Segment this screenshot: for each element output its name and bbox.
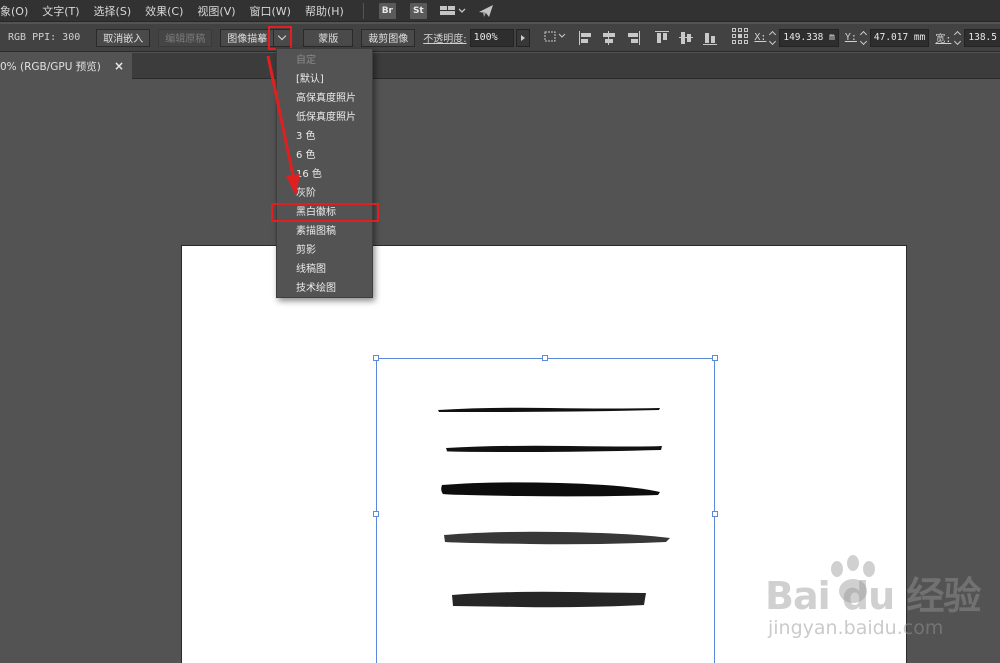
align-top-icon[interactable] — [655, 30, 670, 45]
preset-silhouettes[interactable]: 剪影 — [277, 241, 372, 260]
y-label: Y: — [844, 32, 857, 43]
edit-original-button: 编辑原稿 — [158, 28, 213, 47]
menu-type[interactable]: 文字(T) — [35, 3, 86, 19]
baidu-jingyan-watermark: Bai du 经验 jingyan.baidu.com — [765, 555, 1000, 663]
menu-effect[interactable]: 效果(C) — [138, 3, 190, 19]
selection-handle-tr[interactable] — [712, 355, 718, 361]
selection-handle-mr[interactable] — [712, 511, 718, 517]
y-input[interactable]: 47.017 mm — [869, 28, 930, 47]
preset-line-art[interactable]: 线稿图 — [277, 260, 372, 279]
menubar-divider — [362, 2, 364, 19]
crop-image-button[interactable]: 裁剪图像 — [361, 28, 416, 47]
selection-handle-ml[interactable] — [373, 511, 379, 517]
close-icon[interactable]: × — [112, 59, 126, 73]
unembed-button[interactable]: 取消嵌入 — [96, 28, 151, 47]
width-stepper[interactable] — [953, 29, 962, 47]
stock-icon[interactable]: St — [409, 2, 427, 19]
preset-sketched-art[interactable]: 素描图稿 — [277, 222, 372, 241]
document-tab[interactable]: 0% (RGB/GPU 预览) × — [0, 53, 132, 79]
selection-bounding-box — [376, 358, 715, 663]
width-label: 宽: — [935, 34, 952, 45]
align-center-icon[interactable] — [602, 30, 616, 45]
send-feedback-icon[interactable] — [478, 4, 494, 18]
chevron-right-icon — [520, 34, 525, 41]
menu-bar: 象(O) 文字(T) 选择(S) 效果(C) 视图(V) 窗口(W) 帮助(H)… — [0, 0, 1000, 22]
align-right-icon[interactable] — [626, 30, 641, 45]
image-trace-button[interactable]: 图像描摹 — [220, 28, 274, 47]
preset-technical-drawing[interactable]: 技术绘图 — [277, 279, 372, 298]
align-left-icon[interactable] — [578, 30, 593, 45]
align-bottom-icon[interactable] — [703, 31, 718, 45]
watermark-logo: Bai du 经验 — [765, 574, 981, 618]
transform-icon[interactable] — [544, 29, 566, 46]
selection-handle-tl[interactable] — [373, 355, 379, 361]
width-input[interactable]: 138.5 — [964, 28, 1000, 47]
x-input[interactable]: 149.338 m — [779, 28, 839, 47]
opacity-label: 不透明度: — [423, 34, 467, 45]
opacity-input[interactable]: 100% — [469, 28, 514, 47]
y-stepper[interactable] — [859, 29, 868, 47]
preset-black-and-white-logo[interactable]: 黑白徽标 — [271, 203, 379, 222]
menu-window[interactable]: 窗口(W) — [243, 3, 298, 19]
document-tab-bar: 0% (RGB/GPU 预览) × — [0, 53, 1000, 79]
control-bar: RGB PPI: 300 取消嵌入 编辑原稿 图像描摹 蒙版 裁剪图像 不透明度… — [0, 24, 1000, 52]
menu-object[interactable]: 象(O) — [0, 3, 35, 19]
document-tab-label: 0% (RGB/GPU 预览) — [0, 60, 101, 73]
reference-point-icon[interactable] — [732, 28, 749, 47]
annotation-arrow-icon — [266, 55, 300, 196]
image-info: RGB PPI: 300 — [8, 32, 81, 43]
watermark-url: jingyan.baidu.com — [768, 617, 944, 639]
opacity-menu-button[interactable] — [515, 28, 530, 47]
x-label: X: — [754, 32, 767, 43]
menu-help[interactable]: 帮助(H) — [298, 3, 351, 19]
x-stepper[interactable] — [768, 29, 777, 47]
bridge-icon[interactable]: Br — [378, 2, 396, 19]
menu-select[interactable]: 选择(S) — [87, 3, 139, 19]
workspace-layout-icon[interactable] — [439, 5, 466, 17]
align-middle-icon[interactable] — [679, 31, 694, 45]
annotation-box-trace-toggle — [268, 26, 292, 50]
selection-handle-tc[interactable] — [542, 355, 548, 361]
menu-view[interactable]: 视图(V) — [190, 3, 242, 19]
mask-button[interactable]: 蒙版 — [303, 28, 354, 47]
